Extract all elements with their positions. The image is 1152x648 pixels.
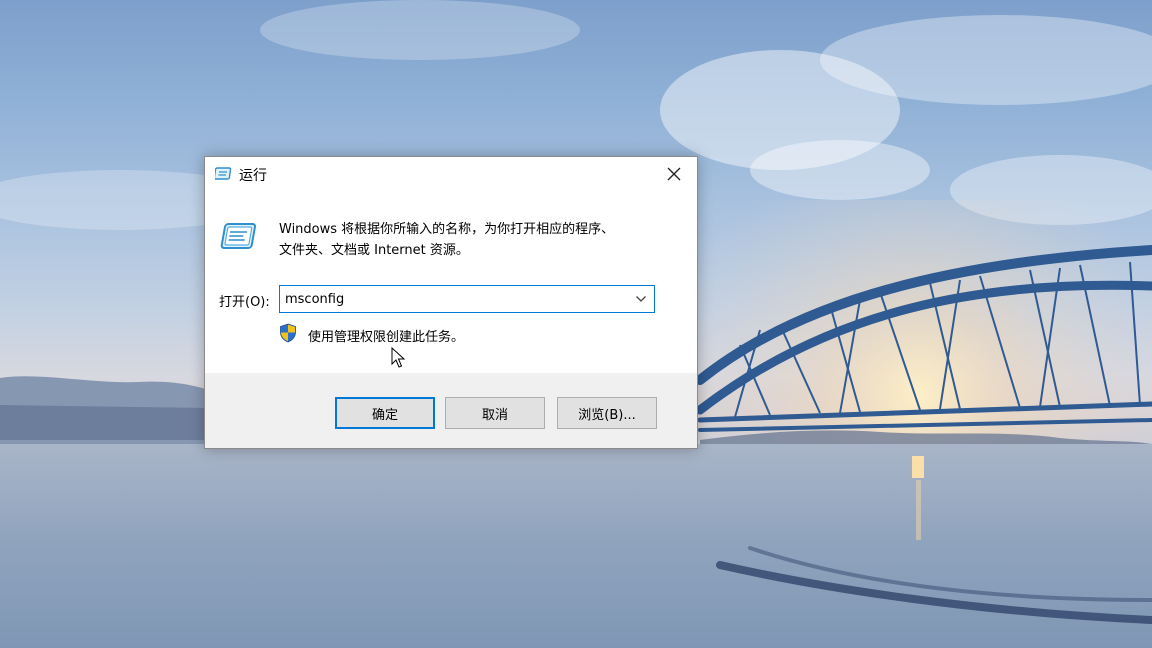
run-icon <box>220 223 257 249</box>
cancel-button[interactable]: 取消 <box>445 397 545 429</box>
ok-button[interactable]: 确定 <box>335 397 435 429</box>
browse-button[interactable]: 浏览(B)... <box>557 397 657 429</box>
dialog-description: Windows 将根据你所输入的名称，为你打开相应的程序、 文件夹、文档或 In… <box>279 219 679 261</box>
chevron-down-icon <box>636 296 646 302</box>
run-dialog: 运行 Windows 将根据你所输入的名称，为你打开相应的程序、 文件夹、文档或… <box>204 156 698 449</box>
open-label: 打开(O): <box>219 295 270 310</box>
open-input[interactable] <box>280 286 625 312</box>
close-icon <box>667 167 681 181</box>
uac-shield-icon <box>280 323 296 343</box>
close-button[interactable] <box>651 157 697 191</box>
title-bar[interactable]: 运行 <box>205 157 697 191</box>
admin-note: 使用管理权限创建此任务。 <box>308 330 465 345</box>
mouse-pointer-icon <box>391 347 405 368</box>
description-line: 文件夹、文档或 Internet 资源。 <box>279 243 469 258</box>
dialog-title: 运行 <box>239 168 267 184</box>
description-line: Windows 将根据你所输入的名称，为你打开相应的程序、 <box>279 222 615 237</box>
run-icon <box>215 167 232 180</box>
dropdown-button[interactable] <box>628 286 654 312</box>
open-combobox[interactable] <box>279 285 655 313</box>
dialog-footer: 确定 取消 浏览(B)... <box>205 373 697 448</box>
